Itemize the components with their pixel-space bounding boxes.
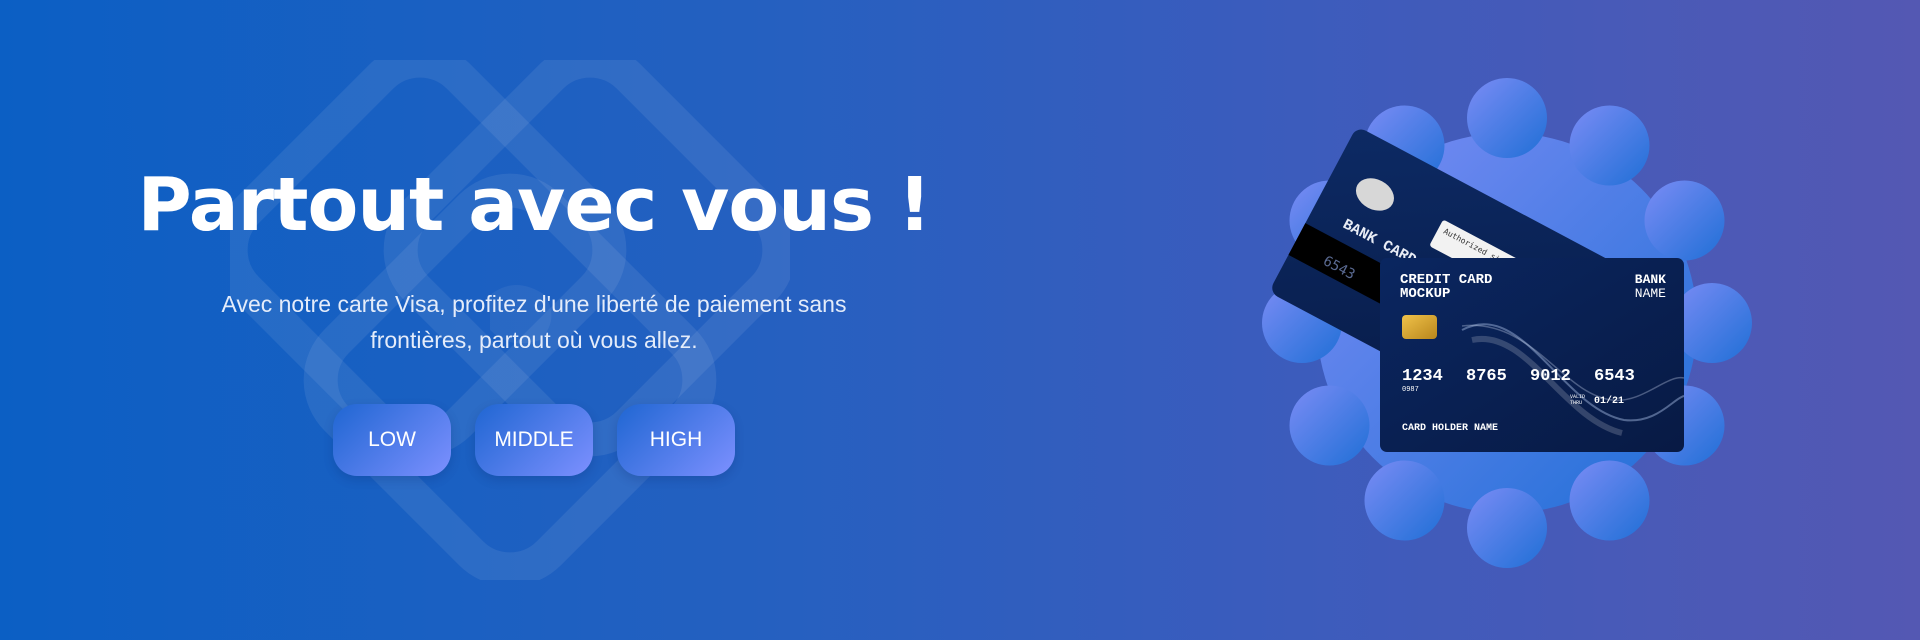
card-title-line2: MOCKUP	[1400, 286, 1450, 302]
hero-subtitle: Avec notre carte Visa, profitez d'une li…	[221, 291, 847, 353]
bank-name-line2: NAME	[1635, 286, 1666, 301]
plan-buttons: LOW MIDDLE HIGH	[333, 404, 735, 476]
card-holder-name: CARD HOLDER NAME	[1402, 423, 1498, 434]
card-number-1: 1234	[1402, 367, 1443, 386]
credit-card-illustration: BANK CARD MOCKUP Authorized signature 65…	[1262, 78, 1752, 568]
middle-button[interactable]: MIDDLE	[475, 404, 593, 476]
valid-label-2: THRU	[1570, 400, 1582, 406]
card-number-2: 8765	[1466, 367, 1507, 386]
card-number-3: 9012	[1530, 367, 1571, 386]
high-button[interactable]: HIGH	[617, 404, 735, 476]
hero-banner: Partout avec vous ! Avec notre carte Vis…	[0, 0, 1920, 640]
page-title: Partout avec vous !	[137, 162, 931, 248]
bank-name-line1: BANK	[1635, 272, 1666, 287]
low-button[interactable]: LOW	[333, 404, 451, 476]
front-card: CREDIT CARD MOCKUP BANK NAME 1234 8765 9…	[1380, 258, 1685, 452]
card-expiry: 01/21	[1594, 395, 1624, 407]
chip-icon	[1402, 315, 1437, 339]
card-small-code: 0987	[1402, 386, 1419, 394]
card-number-4: 6543	[1594, 367, 1635, 386]
